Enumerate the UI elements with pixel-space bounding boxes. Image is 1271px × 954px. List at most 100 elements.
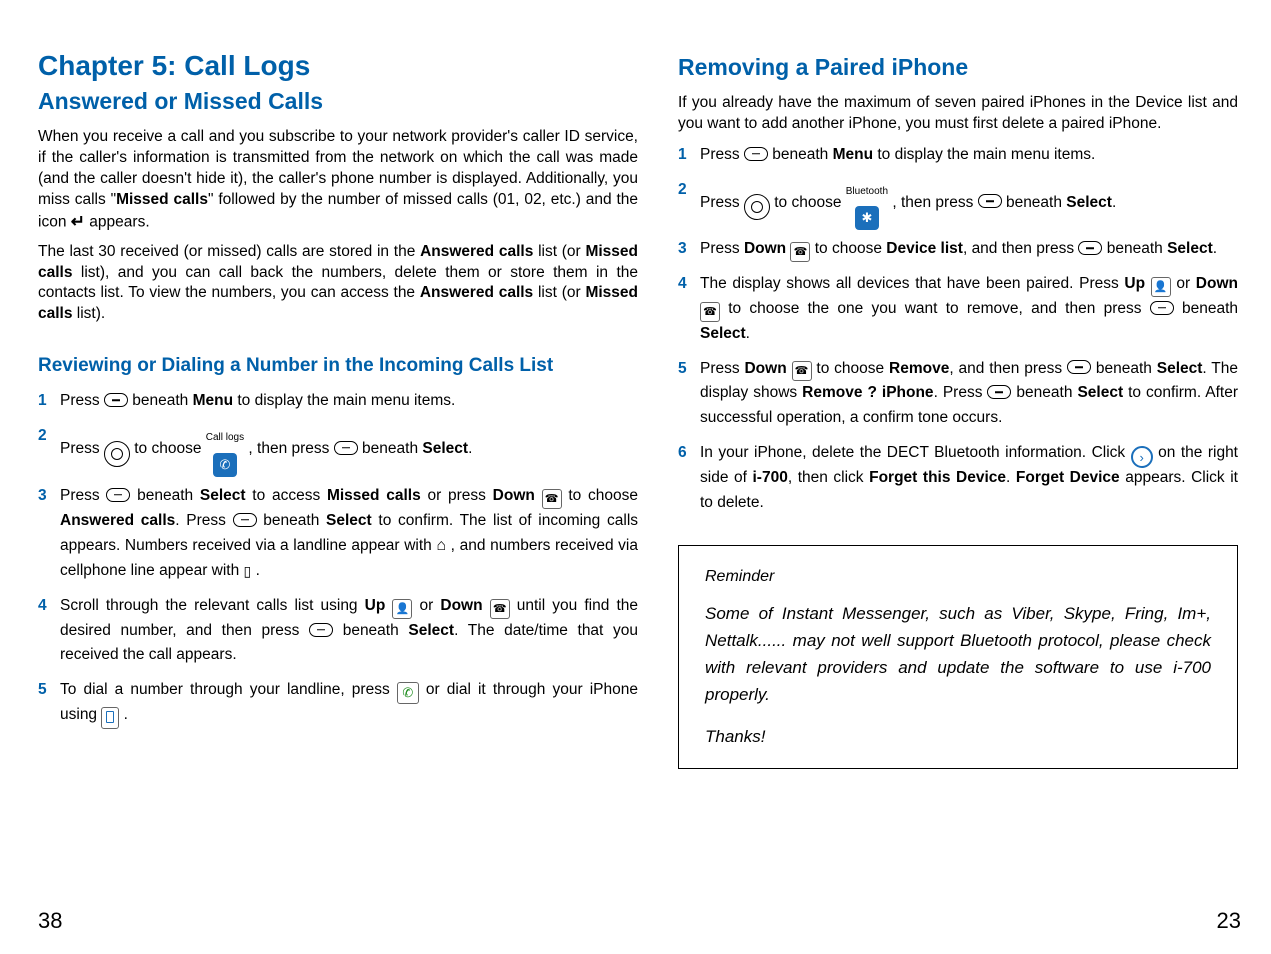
text: . xyxy=(251,562,260,579)
text: . xyxy=(1112,194,1116,211)
bold: Select xyxy=(422,440,468,457)
step-4: 4 The display shows all devices that hav… xyxy=(678,272,1238,346)
text: to choose xyxy=(812,360,889,377)
text: or press xyxy=(421,487,493,504)
text: . xyxy=(119,706,128,723)
text: to choose xyxy=(770,194,846,211)
text: To dial a number through your landline, … xyxy=(60,681,397,698)
bold: Remove xyxy=(889,360,949,377)
icon-label: Bluetooth xyxy=(846,186,888,197)
text: beneath xyxy=(358,440,423,457)
left-steps: 1 Press beneath Menu to display the main… xyxy=(38,389,638,728)
text: . Press xyxy=(934,384,988,401)
bold: Missed calls xyxy=(327,487,421,504)
reminder-title: Reminder xyxy=(705,564,1211,590)
step-num: 6 xyxy=(678,441,687,466)
softkey-icon xyxy=(1150,301,1174,315)
text: beneath xyxy=(130,487,200,504)
step-5: 5 To dial a number through your landline… xyxy=(38,678,638,728)
text: . Press xyxy=(175,512,232,529)
right-page: Removing a Paired iPhone If you already … xyxy=(678,50,1238,769)
softkey-icon xyxy=(334,441,358,455)
step-4: 4 Scroll through the relevant calls list… xyxy=(38,594,638,668)
call-key-icon: ✆ xyxy=(397,682,419,704)
step-3: 3 Press Down ☎ to choose Device list, an… xyxy=(678,237,1238,262)
text: beneath xyxy=(128,392,193,409)
chapter-title: Chapter 5: Call Logs xyxy=(38,50,638,82)
enter-icon: ↵ xyxy=(71,211,85,234)
bold: Answered calls xyxy=(60,512,175,529)
section-title-right: Removing a Paired iPhone xyxy=(678,54,1238,81)
softkey-icon xyxy=(987,385,1011,399)
bold: Select xyxy=(700,325,746,342)
text: beneath xyxy=(768,146,833,163)
intro-para-2: The last 30 received (or missed) calls a… xyxy=(38,242,638,326)
bold: Down xyxy=(440,597,482,614)
text: Press xyxy=(60,392,104,409)
step-num: 3 xyxy=(38,484,47,509)
softkey-icon xyxy=(744,147,768,161)
bold: Select xyxy=(1157,360,1203,377)
text: list (or xyxy=(533,284,585,301)
bold: Select xyxy=(200,487,246,504)
softkey-icon xyxy=(309,623,333,637)
softkey-icon xyxy=(1067,360,1091,374)
bold: Select xyxy=(1077,384,1123,401)
text: beneath xyxy=(1091,360,1157,377)
text: to display the main menu items. xyxy=(233,392,455,409)
call-logs-icon: ✆ xyxy=(213,453,237,477)
softkey-icon xyxy=(106,488,130,502)
text: Press xyxy=(60,440,104,457)
bluetooth-icon: ✱ xyxy=(855,206,879,230)
bluetooth-icon-stack: Bluetooth ✱ xyxy=(846,178,888,228)
text: to choose xyxy=(130,440,206,457)
bold: Remove ? iPhone xyxy=(802,384,933,401)
bold: Menu xyxy=(193,392,233,409)
bold: Down xyxy=(744,360,786,377)
up-key-icon: 👤 xyxy=(392,599,412,619)
step-5: 5 Press Down ☎ to choose Remove, and the… xyxy=(678,357,1238,431)
down-key-icon: ☎ xyxy=(700,302,720,322)
text: Press xyxy=(700,194,744,211)
text: , then click xyxy=(788,469,869,486)
bold: Select xyxy=(1167,240,1213,257)
bold: Forget Device xyxy=(1016,469,1120,486)
text: beneath xyxy=(1002,194,1067,211)
step-num: 1 xyxy=(38,389,47,414)
softkey-icon xyxy=(104,393,128,407)
step-1: 1 Press beneath Menu to display the main… xyxy=(38,389,638,414)
down-key-icon: ☎ xyxy=(790,242,810,262)
step-num: 4 xyxy=(38,594,47,619)
text: . xyxy=(1213,240,1217,257)
nav-ring-icon xyxy=(744,194,770,220)
text: appears. xyxy=(85,213,150,230)
chevron-right-circle-icon: › xyxy=(1131,446,1153,468)
text: In your iPhone, delete the DECT Bluetoot… xyxy=(700,444,1131,461)
step-num: 4 xyxy=(678,272,687,297)
text: Scroll through the relevant calls list u… xyxy=(60,597,365,614)
text: . xyxy=(746,325,750,342)
intro-para-1: When you receive a call and you subscrib… xyxy=(38,127,638,234)
step-2: 2 Press to choose Call logs ✆ , then pres… xyxy=(38,424,638,474)
text: list (or xyxy=(533,243,585,260)
text: or xyxy=(1171,275,1196,292)
step-num: 5 xyxy=(678,357,687,382)
text: , then press xyxy=(244,440,334,457)
text: or xyxy=(412,597,440,614)
step-3: 3 Press beneath Select to access Missed … xyxy=(38,484,638,584)
bold: Forget this Device xyxy=(869,469,1006,486)
bold: Device list xyxy=(886,240,963,257)
bold: Up xyxy=(365,597,386,614)
bold: i-700 xyxy=(752,469,787,486)
right-intro: If you already have the maximum of seven… xyxy=(678,93,1238,135)
step-num: 2 xyxy=(38,424,47,449)
icon-label: Call logs xyxy=(206,432,244,443)
home-icon: ⌂ xyxy=(436,533,446,559)
bold: Select xyxy=(408,622,454,639)
text: beneath xyxy=(333,622,408,639)
bold: Select xyxy=(1066,194,1112,211)
nav-ring-icon xyxy=(104,441,130,467)
step-2: 2 Press to choose Bluetooth✱ , then pres… xyxy=(678,178,1238,228)
right-steps: 1 Press beneath Menu to display the main… xyxy=(678,143,1238,515)
iphone-key-icon xyxy=(101,707,119,729)
